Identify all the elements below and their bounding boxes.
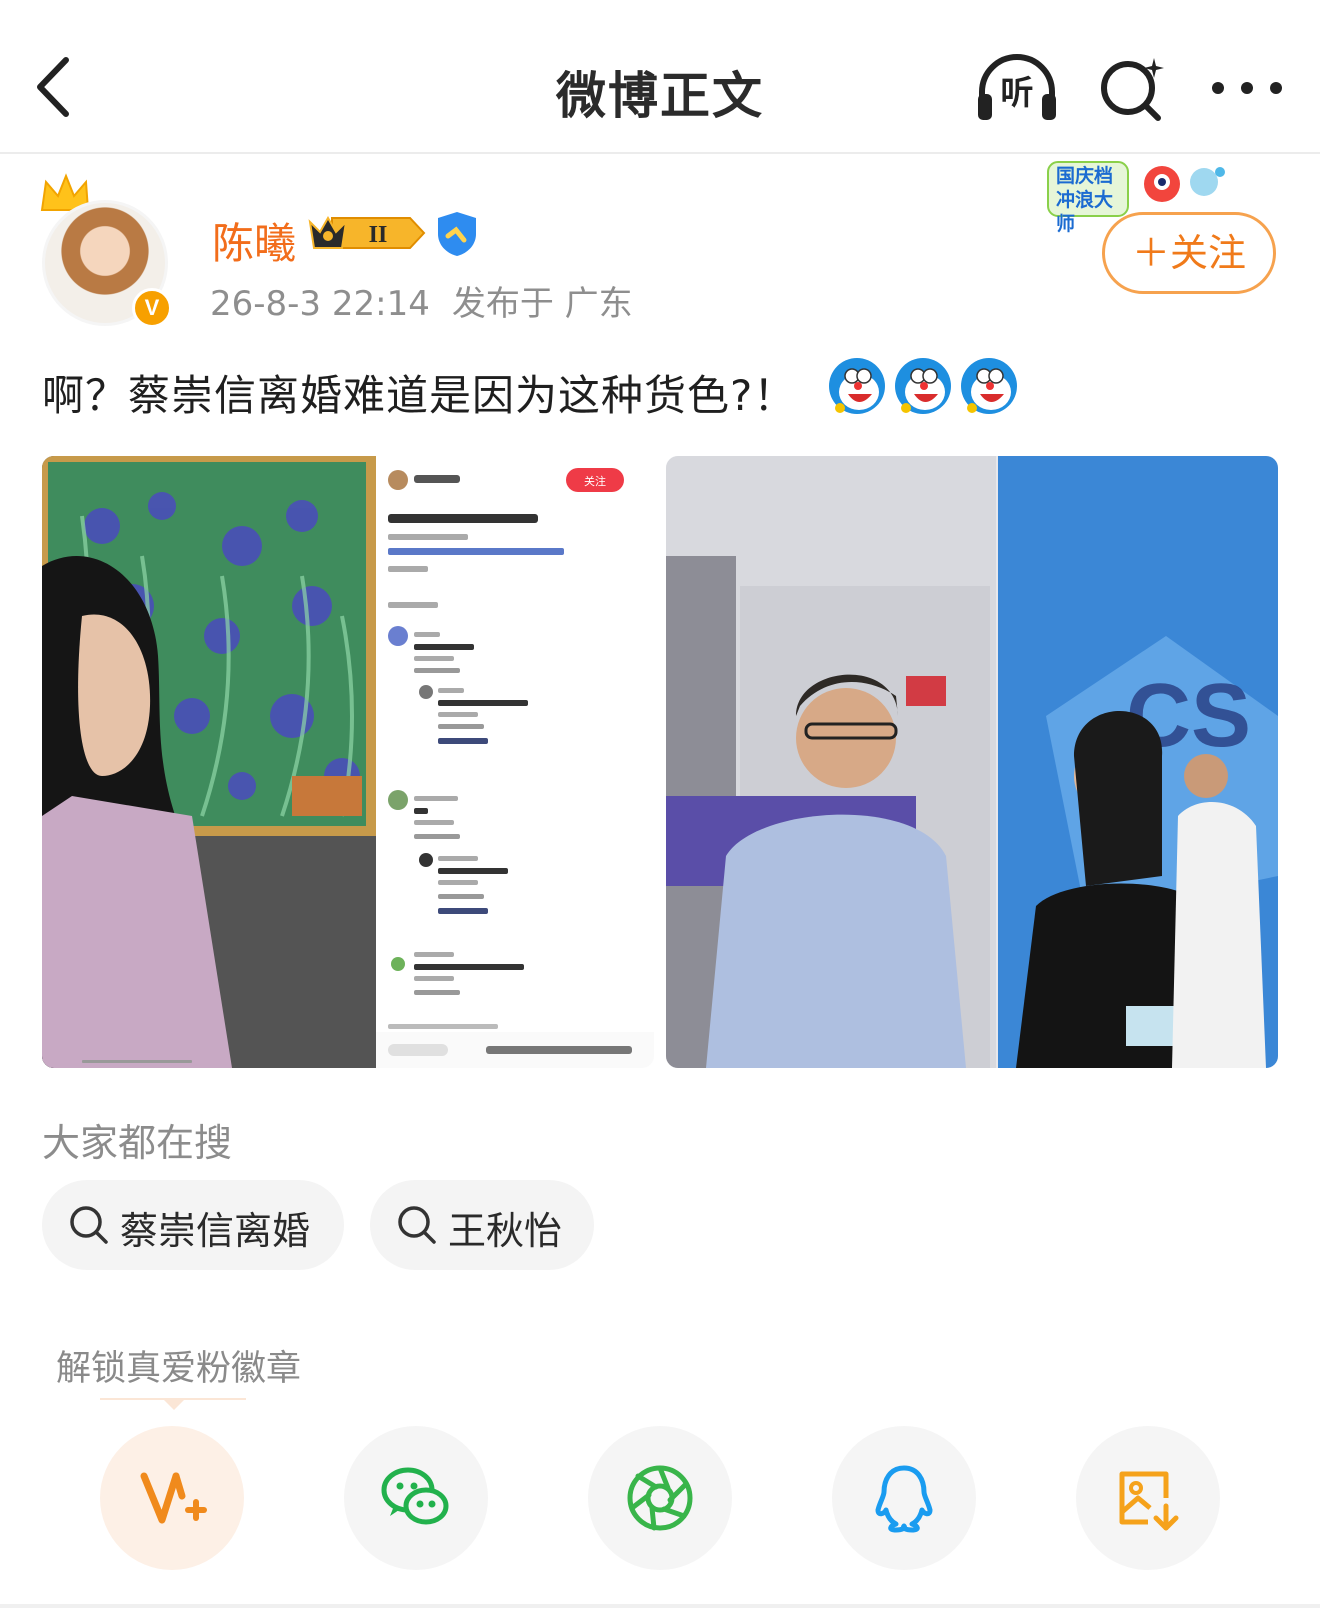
unlock-fan-badge-label: 解锁真爱粉徽章 [56, 1349, 302, 1389]
search-chip[interactable]: 王秋怡 [370, 1180, 594, 1270]
save-image-button[interactable] [1076, 1426, 1220, 1570]
wechat-icon [381, 1467, 449, 1525]
listen-label: 听 [1000, 73, 1034, 112]
save-image-icon [1119, 1471, 1179, 1531]
top-bar: 微博正文 听 [0, 0, 1320, 154]
member-level-badge-icon: II [308, 215, 426, 249]
search-chip-label: 蔡崇信离婚 [120, 1209, 311, 1253]
post-location: 发布于 广东 [451, 284, 633, 324]
post-image-2[interactable]: CS [666, 456, 1278, 1068]
search-chip-label: 王秋怡 [448, 1209, 563, 1253]
post-image-1[interactable]: 关注 [42, 456, 654, 1068]
search-icon[interactable] [1096, 54, 1168, 124]
qq-icon [875, 1465, 933, 1533]
post-text: 啊？蔡崇信离婚难道是因为这种货色?！ [42, 371, 797, 420]
share-wechat-button[interactable] [344, 1426, 488, 1570]
search-icon [70, 1206, 108, 1244]
shield-badge-icon [438, 212, 476, 256]
trending-search-label: 大家都在搜 [42, 1121, 233, 1165]
author-avatar-area[interactable]: V [36, 170, 186, 330]
doraemon-emoji-icon [961, 358, 1017, 414]
moments-icon [627, 1465, 693, 1531]
author-name[interactable]: 陈曦 [212, 210, 296, 271]
search-chip[interactable]: 蔡崇信离婚 [42, 1180, 344, 1270]
listen-button[interactable]: 听 [974, 52, 1060, 124]
fan-badge-icon [140, 1472, 207, 1524]
more-options-icon[interactable] [1208, 68, 1286, 108]
search-icon [398, 1206, 436, 1244]
follow-button[interactable]: ＋关注 [1102, 212, 1276, 294]
post-meta: 26-8-3 22:14 发布于 广东 [210, 276, 633, 325]
level-badge-text: II [369, 222, 388, 248]
verified-badge: V [132, 288, 172, 328]
doraemon-emoji-icon [895, 358, 951, 414]
doraemon-emoji-icon [829, 358, 885, 414]
image-2-illustration: CS [666, 456, 1278, 1068]
unlock-pointer [162, 1398, 186, 1410]
share-moments-button[interactable] [588, 1426, 732, 1570]
image-1-illustration: 关注 [42, 456, 654, 1068]
post-time: 26-8-3 22:14 [210, 284, 430, 324]
fan-badge-button[interactable] [100, 1426, 244, 1570]
bottom-divider [0, 1604, 1320, 1608]
share-qq-button[interactable] [832, 1426, 976, 1570]
screenshot-follow-label: 关注 [584, 474, 606, 488]
